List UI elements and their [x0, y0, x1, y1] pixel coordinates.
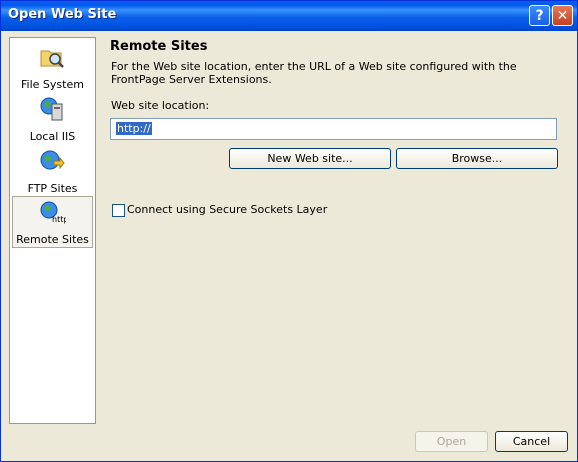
sidebar-item-label: Remote Sites — [16, 233, 89, 246]
open-web-site-dialog: Open Web Site ? ✕ File System Local IIS — [0, 0, 578, 462]
help-button[interactable]: ? — [529, 5, 550, 26]
folder-search-icon — [40, 50, 64, 68]
sidebar-item-label: File System — [21, 78, 84, 91]
location-label: Web site location: — [111, 99, 210, 112]
sidebar-item-remote-sites[interactable]: http: Remote Sites — [12, 196, 93, 248]
http-badge: http: — [52, 215, 66, 224]
globe-computer-icon — [40, 97, 63, 121]
open-button[interactable]: Open — [415, 431, 488, 452]
ssl-checkbox-label[interactable]: Connect using Secure Sockets Layer — [127, 203, 327, 216]
browse-button[interactable]: Browse... — [396, 148, 558, 169]
globe-arrows-icon — [40, 150, 65, 170]
window-title: Open Web Site — [8, 7, 117, 22]
close-button[interactable]: ✕ — [552, 5, 573, 26]
sidebar-item-label: FTP Sites — [27, 182, 78, 195]
ssl-checkbox[interactable] — [112, 204, 125, 217]
location-value: http:// — [116, 122, 152, 135]
sidebar-item-ftp-sites[interactable]: FTP Sites — [12, 146, 93, 198]
page-title: Remote Sites — [110, 39, 208, 54]
globe-http-icon: http: — [40, 201, 66, 224]
new-web-site-button[interactable]: New Web site... — [229, 148, 391, 169]
web-site-location-input[interactable]: http:// — [110, 118, 557, 140]
sidebar-item-local-iis[interactable]: Local IIS — [12, 94, 93, 146]
location-sidebar: File System Local IIS FTP Sites http Rem… — [9, 37, 96, 424]
sidebar-item-label: Local IIS — [29, 130, 76, 143]
sidebar-item-file-system[interactable]: File System — [12, 42, 93, 94]
title-bar[interactable]: Open Web Site ? ✕ — [1, 1, 577, 31]
description-text: For the Web site location, enter the URL… — [111, 60, 517, 86]
cancel-button[interactable]: Cancel — [495, 431, 568, 452]
